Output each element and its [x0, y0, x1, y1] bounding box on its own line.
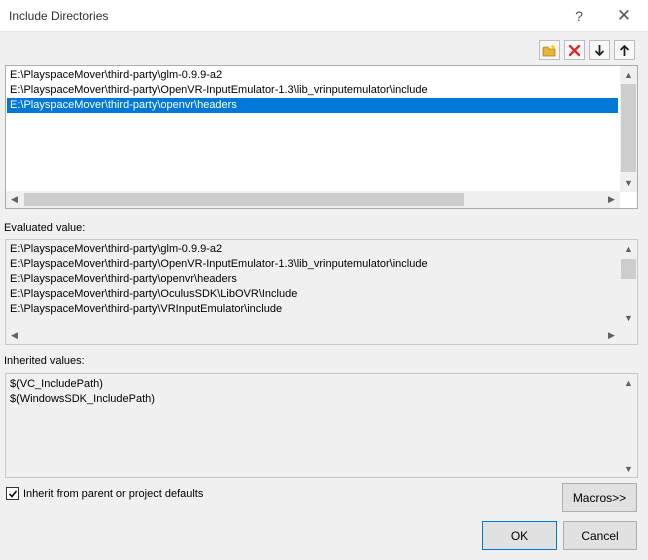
move-up-button[interactable] [614, 40, 635, 60]
evaluated-line: E:\PlayspaceMover\third-party\openvr\hea… [10, 273, 237, 285]
evaluated-line: E:\PlayspaceMover\third-party\glm-0.9.9-… [10, 243, 223, 255]
inherit-checkbox-row[interactable]: Inherit from parent or project defaults [6, 487, 203, 500]
scroll-thumb[interactable] [621, 259, 636, 279]
scroll-left-arrow-icon[interactable]: ◀ [6, 191, 23, 208]
directories-list[interactable]: E:\PlayspaceMover\third-party\glm-0.9.9-… [5, 65, 638, 209]
inherit-checkbox-label: Inherit from parent or project defaults [23, 487, 204, 500]
evaluated-line: E:\PlayspaceMover\third-party\OpenVR-Inp… [10, 258, 428, 270]
scroll-up-arrow-icon[interactable]: ▲ [620, 374, 637, 391]
scroll-up-arrow-icon[interactable]: ▲ [620, 240, 637, 257]
evaluated-line: E:\PlayspaceMover\third-party\OculusSDK\… [10, 288, 298, 300]
inherited-line: $(WindowsSDK_IncludePath) [10, 393, 155, 405]
scroll-thumb[interactable] [24, 193, 464, 206]
list-item-selected[interactable]: E:\PlayspaceMover\third-party\openvr\hea… [7, 98, 618, 113]
arrow-up-icon [619, 44, 630, 56]
scroll-up-arrow-icon[interactable]: ▲ [620, 66, 637, 83]
inherited-label: Inherited values: [4, 355, 85, 367]
delete-x-icon [568, 44, 581, 56]
folder-new-icon [542, 43, 556, 56]
evaluated-list: E:\PlayspaceMover\third-party\glm-0.9.9-… [5, 239, 638, 345]
scroll-down-arrow-icon[interactable]: ▼ [620, 174, 637, 191]
ok-button[interactable]: OK [482, 521, 557, 550]
vertical-scrollbar[interactable]: ▲ ▼ [620, 374, 637, 477]
scroll-right-arrow-icon[interactable]: ▶ [603, 327, 620, 344]
scroll-down-arrow-icon[interactable]: ▼ [620, 309, 637, 326]
macros-button[interactable]: Macros>> [562, 483, 637, 512]
horizontal-scrollbar[interactable]: ◀ ▶ [6, 327, 620, 344]
checkmark-icon [8, 490, 17, 498]
inherit-checkbox[interactable] [6, 487, 19, 500]
list-item[interactable]: E:\PlayspaceMover\third-party\OpenVR-Inp… [10, 83, 428, 98]
inherited-list: $(VC_IncludePath) $(WindowsSDK_IncludePa… [5, 373, 638, 478]
vertical-scrollbar[interactable]: ▲ ▼ [620, 240, 637, 326]
list-item[interactable]: E:\PlayspaceMover\third-party\glm-0.9.9-… [10, 68, 222, 83]
cancel-button[interactable]: Cancel [563, 521, 637, 550]
window-title: Include Directories [9, 9, 109, 23]
move-down-button[interactable] [589, 40, 610, 60]
arrow-down-icon [594, 44, 605, 56]
help-button[interactable]: ? [559, 3, 599, 29]
title-bar: Include Directories ? ✕ [0, 0, 648, 32]
horizontal-scrollbar[interactable]: ◀ ▶ [6, 191, 620, 208]
scroll-right-arrow-icon[interactable]: ▶ [603, 191, 620, 208]
scroll-left-arrow-icon[interactable]: ◀ [6, 327, 23, 344]
delete-button[interactable] [564, 40, 585, 60]
new-line-button[interactable] [539, 40, 560, 60]
scroll-down-arrow-icon[interactable]: ▼ [620, 460, 637, 477]
vertical-scrollbar[interactable]: ▲ ▼ [620, 66, 637, 192]
inherited-line: $(VC_IncludePath) [10, 378, 103, 390]
evaluated-label: Evaluated value: [4, 222, 86, 234]
evaluated-line: E:\PlayspaceMover\third-party\VRInputEmu… [10, 303, 283, 315]
close-button[interactable]: ✕ [604, 3, 644, 29]
scroll-thumb[interactable] [621, 84, 636, 172]
